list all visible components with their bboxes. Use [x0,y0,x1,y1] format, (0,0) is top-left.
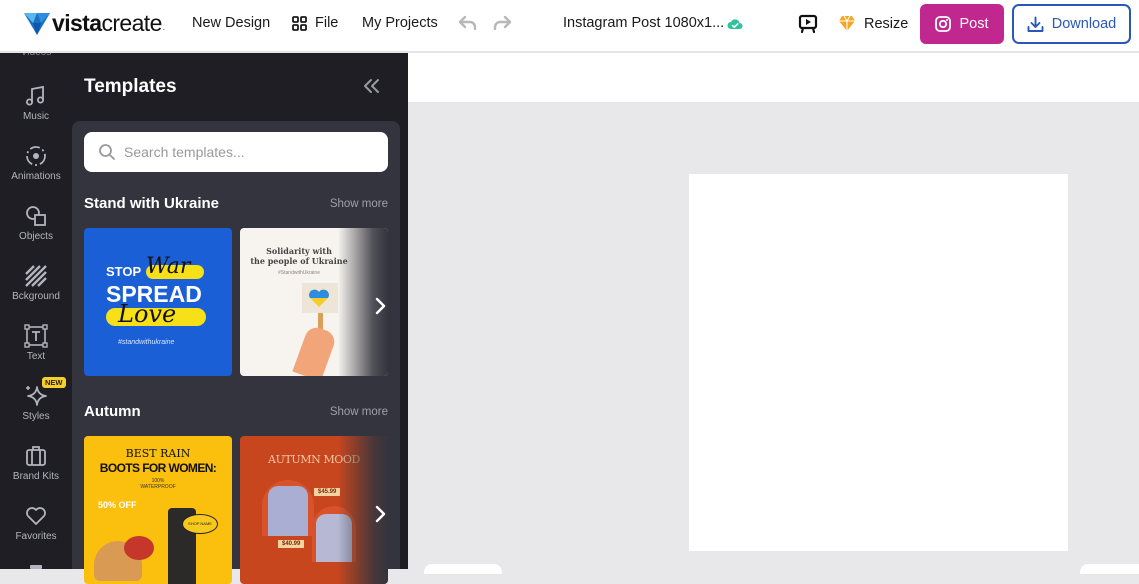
zoom-control[interactable] [424,564,502,574]
show-more-autumn[interactable]: Show more [330,406,388,418]
panel-scrollbar[interactable] [400,121,408,569]
flowers-illustration [124,536,154,560]
vistacreate-logo[interactable]: vistacreate . [24,12,165,35]
my-projects-link[interactable]: My Projects [362,15,438,31]
double-chevron-left-icon[interactable] [362,77,382,95]
rail-label-favorites: Favorites [15,531,57,542]
price-tag: $40.99 [278,540,305,548]
post-button[interactable]: Post [920,4,1004,44]
diamond-icon [839,15,855,31]
heart-icon [23,503,49,529]
briefcase-icon [23,443,49,469]
rail-item-styles[interactable]: NEW Styles [0,377,72,422]
template-text: SHOP NAME [188,521,212,526]
panel-title: Templates [84,76,177,97]
file-menu[interactable]: File [292,15,338,31]
logo-dot: . [162,23,165,32]
rail-label-videos: Videos [0,53,72,58]
templates-list: Stand with Ukraine Show more STOP War SP… [72,121,400,584]
hand-illustration [292,324,338,376]
download-button[interactable]: Download [1012,4,1131,44]
templates-panel: Templates Stand with Ukraine Show more S… [72,53,408,584]
chevron-right-icon[interactable] [368,294,392,318]
resize-button[interactable]: Resize [838,15,908,32]
cloud-check-icon [727,19,743,29]
search-box[interactable] [84,132,388,172]
download-label: Download [1051,16,1117,32]
music-note-icon [23,83,49,109]
template-card[interactable]: BEST RAIN BOOTS FOR WOMEN: 100% WATERPRO… [84,436,232,584]
template-text: BOOTS FOR WOMEN: [99,461,217,475]
rail-item-objects[interactable]: Objects [0,203,72,242]
logo-mark-icon [24,12,50,35]
rail-item-music[interactable]: Music [0,83,72,122]
model-photo [268,486,308,536]
section-title-autumn: Autumn [84,403,141,420]
shapes-icon [23,203,49,229]
new-design-label: New Design [192,15,271,31]
rail-item-brand-kits[interactable]: Brand Kits [0,443,72,482]
context-toolbar [408,53,1139,102]
search-input[interactable] [124,144,364,160]
grid-icon [292,15,307,31]
rail-item-favorites[interactable]: Favorites [0,503,72,542]
logo-wordmark: vistacreate [52,10,162,36]
rail-label-text: Text [26,351,46,362]
instagram-icon [935,16,952,32]
rail-item-animations[interactable]: Animations [0,143,72,182]
heart-flag-icon [309,289,329,307]
undo-icon[interactable] [456,14,478,34]
redo-icon[interactable] [492,14,514,34]
rail-label-brand-kits: Brand Kits [12,471,60,482]
animation-icon [23,143,49,169]
rail-item-text[interactable]: Text [0,323,72,362]
template-card[interactable]: AUTUMN MOOD $45.99 $40.99 [240,436,388,584]
new-badge: NEW [42,377,66,388]
chevron-right-icon[interactable] [368,502,392,526]
resize-label: Resize [864,15,909,32]
download-icon [1027,16,1044,32]
text-box-icon [23,323,49,349]
canvas-workspace [408,53,1139,574]
show-more-ukraine[interactable]: Show more [330,198,388,210]
template-text: WATERPROOF [140,484,176,490]
rail-item-videos[interactable]: Videos [0,53,72,63]
template-text: BEST RAIN [125,447,191,460]
price-tag: $45.99 [314,488,341,496]
template-text: War [146,254,191,279]
left-tool-rail: Videos Music Animations Objects Bckgroun… [0,53,72,569]
page-control[interactable] [1080,564,1139,574]
template-text: Love [118,300,177,328]
post-label: Post [959,16,989,32]
search-icon [99,144,115,160]
background-stripes-icon [23,263,49,289]
rail-next-item-peek [30,565,42,569]
rail-item-background[interactable]: Bckground [0,263,72,302]
section-title-ukraine: Stand with Ukraine [84,195,220,212]
rail-label-music: Music [22,111,50,122]
rail-label-styles: Styles [22,411,50,422]
template-card[interactable]: STOP War SPREAD Love #standwithukraine [84,228,232,376]
present-icon[interactable] [798,14,818,34]
template-text: STOP [106,264,142,279]
rail-label-background: Bckground [12,291,60,302]
template-text: 50% OFF [98,500,137,510]
document-title[interactable]: Instagram Post 1080x1... [563,15,724,31]
template-card[interactable]: Solidarity with the people of Ukraine #S… [240,228,388,376]
template-text: #standwithukraine [118,339,175,346]
new-design-menu[interactable]: New Design [192,15,270,31]
design-artboard[interactable] [689,174,1068,551]
rail-label-objects: Objects [19,231,53,242]
top-bar: vistacreate . New Design File My Project… [0,0,1139,52]
my-projects-label: My Projects [362,15,438,31]
file-label: File [315,15,339,31]
rail-label-animations: Animations [11,171,61,182]
